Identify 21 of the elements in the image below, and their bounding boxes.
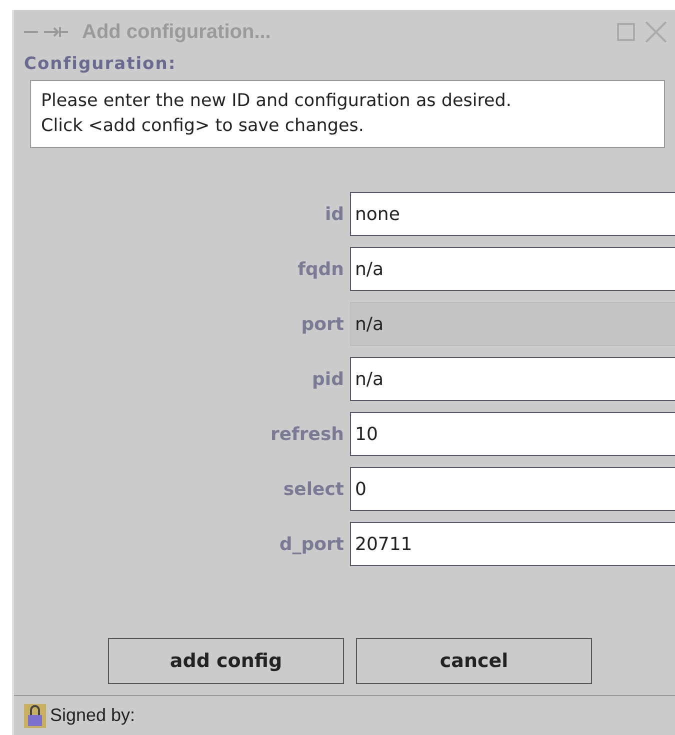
input-field[interactable]: none: [350, 192, 675, 236]
maximize-icon[interactable]: [617, 23, 635, 41]
add-button[interactable]: add config: [108, 638, 344, 684]
input-field[interactable]: n/a: [350, 357, 675, 401]
field-label: pid: [311, 368, 344, 390]
close-icon[interactable]: [645, 21, 667, 43]
input-field[interactable]: 10: [350, 412, 675, 456]
field-label: port: [300, 314, 344, 334]
field-label: fqdn: [296, 258, 344, 280]
field-label: refresh: [269, 424, 344, 444]
input-field[interactable]: 0: [350, 467, 675, 511]
input-field[interactable]: n/a: [350, 247, 675, 291]
instruction-text: Please enter the new ID and configuration as desired. Click <add config> to save changes.: [30, 80, 665, 148]
lock-icon: [24, 704, 46, 728]
field-label: id: [324, 204, 344, 224]
input-field[interactable]: 20711: [350, 522, 675, 566]
cancel-button[interactable]: cancel: [356, 638, 592, 684]
field-label: select: [282, 478, 344, 500]
status-text: Signed by:: [50, 705, 136, 726]
group-title: Configuration:: [24, 54, 178, 74]
field-label: d_port: [278, 534, 344, 554]
